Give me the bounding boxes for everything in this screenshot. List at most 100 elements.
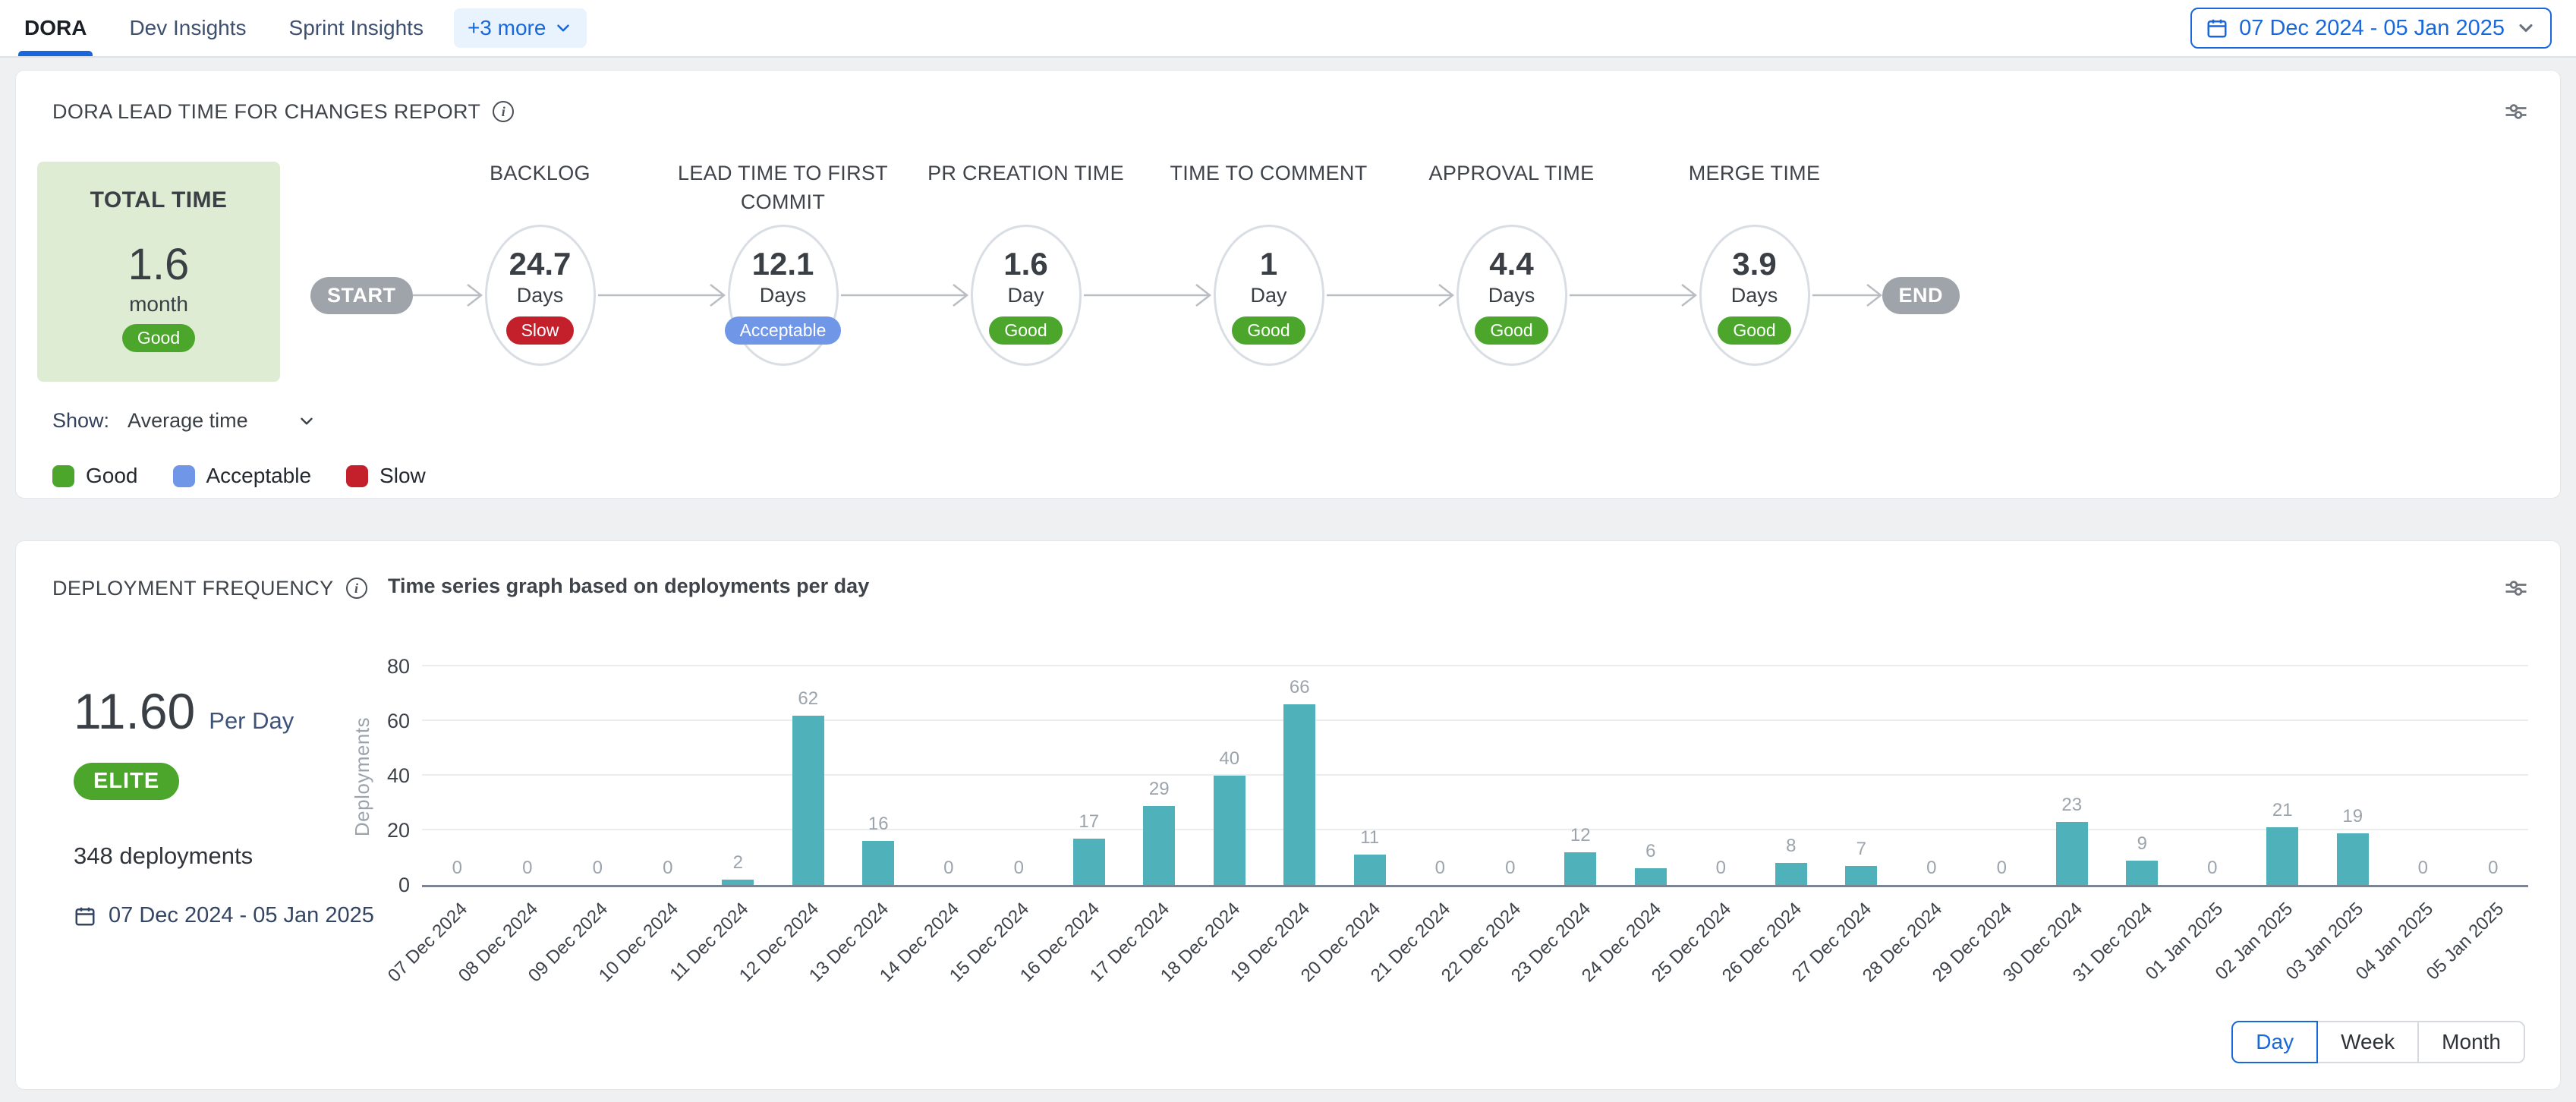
chart-column: 021 Dec 2024 [1405,669,1475,885]
total-time-value: 1.6 [128,242,190,288]
bar-11-dec-2024[interactable] [722,880,754,885]
legend-label: Good [86,464,138,488]
stage-value: 12.1 [752,246,814,282]
chart-column: 6212 Dec 2024 [773,669,844,885]
stage-title: LEAD TIME TO FIRST COMMIT [658,159,909,216]
stage-unit: Days [1731,284,1778,307]
granularity-day[interactable]: Day [2231,1021,2318,1063]
bar-12-dec-2024[interactable] [792,716,824,885]
bar-03-jan-2025[interactable] [2337,833,2369,885]
calendar-icon [74,905,96,927]
chart-column: 007 Dec 2024 [422,669,493,885]
dora-dashboard: DORADev InsightsSprint Insights +3 more … [0,0,2576,1102]
chart-column: 1120 Dec 2024 [1335,669,1406,885]
bar-24-dec-2024[interactable] [1635,868,1667,885]
chart-column: 727 Dec 2024 [1826,669,1897,885]
deployment-rate: 11.60 Per Day [74,682,374,740]
more-tabs-button[interactable]: +3 more [454,8,587,48]
pipeline-start-node: START [310,277,413,314]
stage-circle: 12.1Days Acceptable [728,225,839,366]
tab-bar-tabs: DORA Dev Insights Sprint Insights [24,0,424,56]
stage-approval-time: APPROVAL TIME4.4DaysGood [1454,222,1570,368]
chart-columns: 007 Dec 2024008 Dec 2024009 Dec 2024010 … [422,669,2528,885]
chart-column: 029 Dec 2024 [1967,669,2037,885]
legend-label: Acceptable [206,464,312,488]
chart-column: 6619 Dec 2024 [1264,669,1335,885]
chart-column: 2917 Dec 2024 [1124,669,1195,885]
stage-value: 3.9 [1732,246,1776,282]
deployment-rate-unit: Per Day [209,707,294,735]
bar-31-dec-2024[interactable] [2126,861,2158,885]
bar-18-dec-2024[interactable] [1214,776,1245,885]
legend-swatch [173,465,195,487]
bar-30-dec-2024[interactable] [2056,822,2088,885]
stage-circle: 24.7DaysSlow [485,225,596,366]
status-badge: Good [1718,316,1790,345]
stage-circle: 3.9Days Good [1699,225,1810,366]
stage-unit: Days [517,284,564,307]
info-icon[interactable] [493,101,514,122]
tab-label: Dev Insights [129,16,246,40]
bar-20-dec-2024[interactable] [1354,855,1386,885]
lead-time-header: DORA LEAD TIME FOR CHANGES REPORT [52,98,2530,125]
stage-pr-creation-time: PR CREATION TIME1.6DayGood [968,222,1084,368]
bar-13-dec-2024[interactable] [862,841,894,885]
chevron-down-icon [2515,17,2537,39]
stage-title: BACKLOG [415,159,666,187]
more-tabs-label: +3 more [468,16,546,40]
legend-item-acceptable: Acceptable [173,464,312,488]
bar-19-dec-2024[interactable] [1283,704,1315,885]
legend-swatch [346,465,368,487]
chevron-down-icon [553,18,573,38]
bar-26-dec-2024[interactable] [1775,863,1807,885]
bar-02-jan-2025[interactable] [2266,827,2298,885]
date-range-picker[interactable]: 07 Dec 2024 - 05 Jan 2025 [2190,8,2552,49]
show-dropdown[interactable]: Average time [128,409,316,433]
tab-dev-insights[interactable]: Dev Insights [129,0,246,56]
stage-unit: Days [760,284,807,307]
chart-column: 931 Dec 2024 [2107,669,2178,885]
status-badge: Good [122,324,195,352]
legend-swatch [52,465,74,487]
filter-settings-icon[interactable] [2502,98,2530,125]
flow-arrow-icon [598,279,726,312]
granularity-week[interactable]: Week [2316,1021,2419,1063]
tab-label: DORA [24,16,87,40]
y-axis-tick-label: 20 [376,818,410,842]
stage-unit: Day [1250,284,1286,307]
bar-17-dec-2024[interactable] [1143,806,1175,885]
granularity-month[interactable]: Month [2417,1021,2525,1063]
info-icon[interactable] [346,578,367,599]
tab-sprint-insights[interactable]: Sprint Insights [289,0,424,56]
stats-date-range-label: 07 Dec 2024 - 05 Jan 2025 [109,903,374,928]
show-label: Show: [52,409,109,433]
stage-circle: 4.4DaysGood [1456,225,1567,366]
legend-item-good: Good [52,464,138,488]
tab-dora[interactable]: DORA [24,0,87,56]
chart-title: Time series graph based on deployments p… [388,575,869,598]
status-badge: Good [989,316,1062,345]
granularity-toggle: DayWeekMonth [2231,1021,2525,1063]
legend-item-slow: Slow [346,464,426,488]
chart-column: 005 Jan 2025 [2458,669,2529,885]
gridline [422,665,2528,666]
y-axis-tick-label: 40 [376,764,410,788]
chart-column: 004 Jan 2025 [2388,669,2458,885]
status-badge: Acceptable [725,316,842,345]
stage-title: TIME TO COMMENT [1144,159,1394,187]
stage-value: 4.4 [1489,246,1533,282]
chart-column: 1716 Dec 2024 [1054,669,1125,885]
filter-settings-icon[interactable] [2502,575,2530,602]
pipeline-end-node: END [1882,277,1960,314]
chart-column: 022 Dec 2024 [1475,669,1546,885]
stage-title: APPROVAL TIME [1387,159,1637,187]
status-badge: Good [1475,316,1548,345]
chart-column: 009 Dec 2024 [562,669,633,885]
chart-column: 015 Dec 2024 [984,669,1054,885]
bar-27-dec-2024[interactable] [1845,866,1877,885]
bar-23-dec-2024[interactable] [1564,852,1596,885]
bar-16-dec-2024[interactable] [1073,839,1105,885]
stage-title: MERGE TIME [1630,159,1880,187]
y-axis-title-wrap: Deployments [349,669,376,885]
flow-arrow-icon [841,279,968,312]
